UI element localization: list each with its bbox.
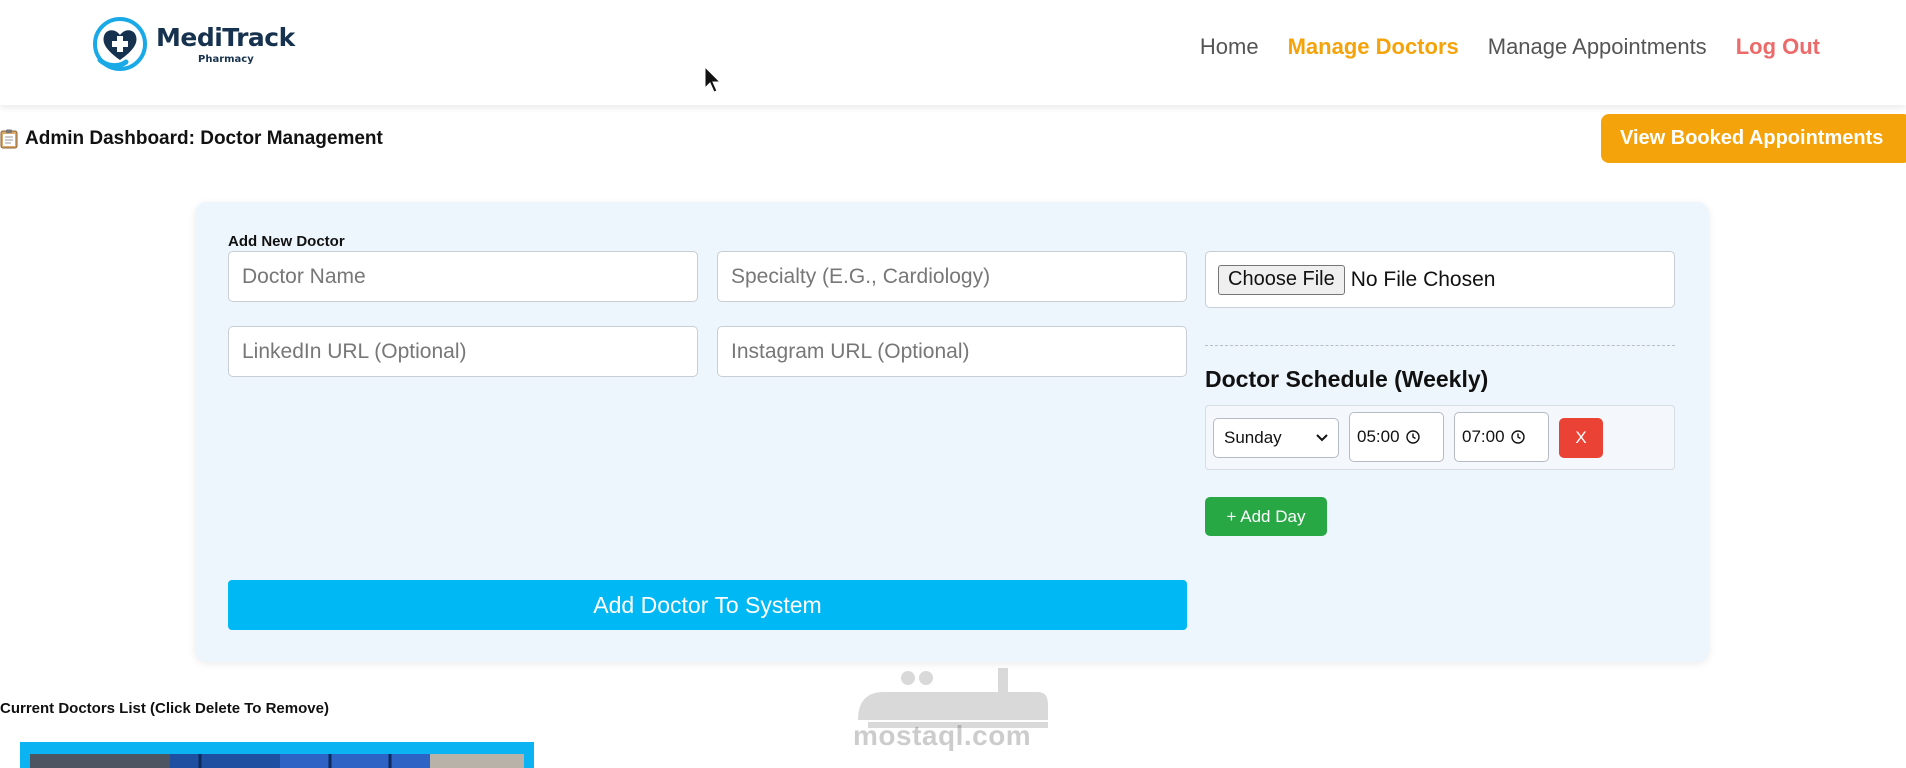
linkedin-url-input[interactable]: LinkedIn URL (Optional) [228, 326, 698, 377]
heart-plus-icon [93, 17, 147, 71]
nav-manage-doctors[interactable]: Manage Doctors [1288, 34, 1459, 60]
view-booked-appointments-button[interactable]: View Booked Appointments [1601, 114, 1906, 163]
start-time-input[interactable]: 05:00 [1349, 412, 1444, 462]
section-divider [1205, 345, 1675, 346]
brand-subtitle: Pharmacy [198, 54, 254, 65]
choose-file-button[interactable]: Choose File [1218, 264, 1345, 295]
photo-file-input[interactable]: Choose File No File Chosen [1205, 251, 1675, 308]
day-select-value: Sunday [1224, 428, 1282, 447]
nav-manage-appointments[interactable]: Manage Appointments [1488, 34, 1707, 60]
add-doctor-submit-button[interactable]: Add Doctor To System [228, 580, 1187, 630]
end-time-value: 07:00 [1462, 427, 1505, 446]
day-select[interactable]: Sunday [1213, 418, 1339, 458]
add-doctor-label: Add New Doctor [228, 233, 345, 250]
watermark-text: mostaql.com [853, 720, 1032, 751]
brand-logo[interactable]: MediTrack Pharmacy [92, 16, 295, 72]
page-title: Admin Dashboard: Doctor Management [0, 128, 383, 150]
chevron-down-icon [1316, 434, 1328, 442]
doctor-name-input[interactable]: Doctor Name [228, 251, 698, 302]
clipboard-icon [0, 129, 18, 149]
end-time-input[interactable]: 07:00 [1454, 412, 1549, 462]
nav-home[interactable]: Home [1200, 34, 1259, 60]
specialty-input[interactable]: Specialty (E.G., Cardiology) [717, 251, 1187, 302]
doctor-card[interactable] [20, 742, 534, 768]
nav-logout[interactable]: Log Out [1736, 34, 1820, 60]
clock-icon [1405, 430, 1420, 444]
add-day-button[interactable]: + Add Day [1205, 497, 1327, 536]
doctor-photo [30, 754, 524, 768]
main-nav: Home Manage Doctors Manage Appointments … [1200, 34, 1820, 60]
start-time-value: 05:00 [1357, 427, 1400, 446]
remove-day-button[interactable]: X [1559, 418, 1603, 458]
clock-icon [1510, 430, 1525, 444]
file-status: No File Chosen [1350, 267, 1496, 291]
instagram-url-input[interactable]: Instagram URL (Optional) [717, 326, 1187, 377]
top-header: MediTrack Pharmacy Home Manage Doctors M… [0, 0, 1906, 105]
doctors-list-title: Current Doctors List (Click Delete To Re… [0, 700, 329, 717]
schedule-title: Doctor Schedule (Weekly) [1205, 366, 1489, 392]
mouse-cursor-icon [704, 66, 722, 93]
brand-title: MediTrack [156, 23, 295, 52]
page-title-text: Admin Dashboard: Doctor Management [25, 128, 383, 149]
